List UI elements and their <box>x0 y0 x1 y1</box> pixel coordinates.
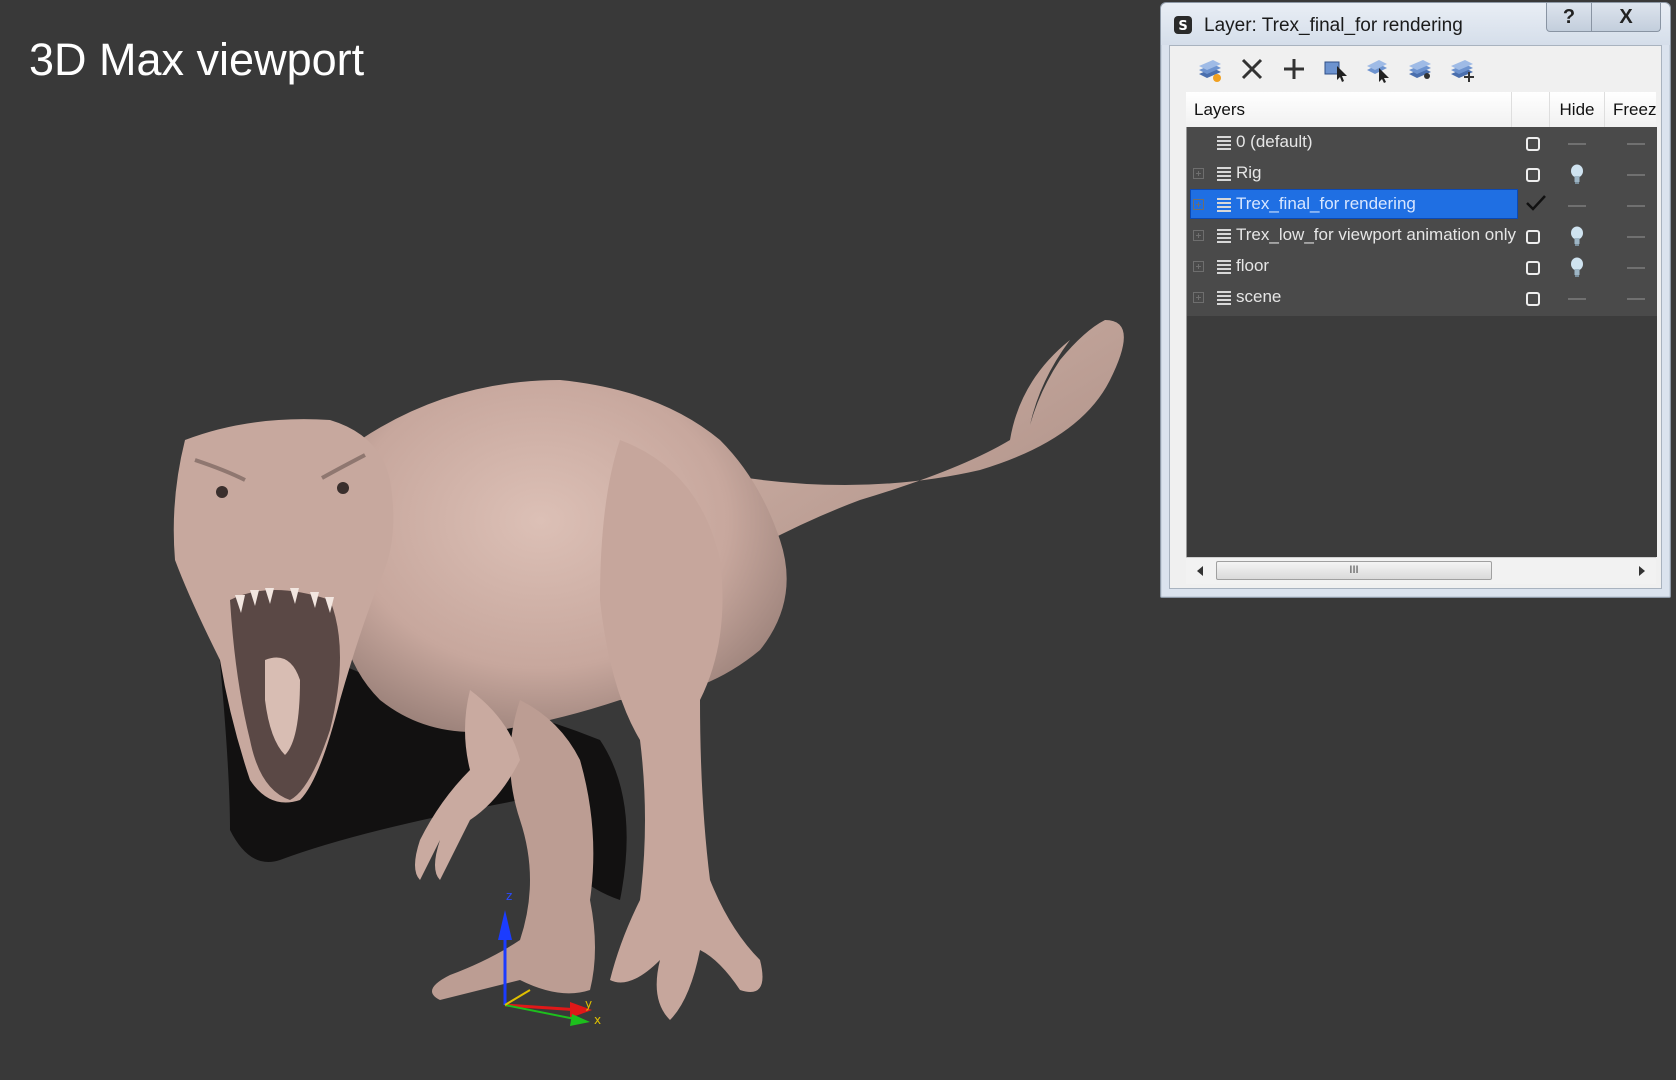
expand-icon[interactable] <box>1193 292 1204 303</box>
current-layer-checkbox[interactable] <box>1526 261 1540 275</box>
column-header-current[interactable] <box>1513 92 1550 127</box>
hidden-bulb-icon[interactable] <box>1570 226 1584 248</box>
layer-icon <box>1217 260 1231 274</box>
expand-icon[interactable] <box>1193 168 1204 179</box>
axis-y-label: y <box>585 997 592 1011</box>
expand-icon[interactable] <box>1193 230 1204 241</box>
expand-icon[interactable] <box>1193 261 1204 272</box>
layer-name: 0 (default) <box>1236 132 1313 151</box>
dialog-titlebar[interactable]: S Layer: Trex_final_for rendering ? X <box>1161 3 1670 45</box>
add-selected-to-layer-icon[interactable] <box>1279 54 1309 84</box>
hide-unhide-all-icon[interactable] <box>1405 54 1435 84</box>
svg-text:S: S <box>1178 19 1187 34</box>
freeze-toggle[interactable] <box>1627 174 1645 176</box>
layer-icon <box>1217 229 1231 243</box>
layer-row-trex-final[interactable]: Trex_final_for rendering <box>1187 189 1657 220</box>
highlight-selected-layer-icon[interactable] <box>1363 54 1393 84</box>
create-new-layer-icon[interactable] <box>1195 54 1225 84</box>
layer-row-trex-low[interactable]: Trex_low_for viewport animation only <box>1187 220 1657 251</box>
layer-row-default[interactable]: 0 (default) <box>1187 127 1657 158</box>
layer-name: Trex_final_for rendering <box>1236 194 1416 213</box>
layer-icon <box>1217 198 1231 212</box>
dialog-content: Layers Hide Freeze 0 (default) <box>1169 45 1662 589</box>
layer-grid-header: Layers Hide Freeze <box>1186 92 1656 128</box>
scrollbar-thumb[interactable]: III <box>1216 561 1492 580</box>
close-button[interactable]: X <box>1591 3 1661 32</box>
freeze-toggle[interactable] <box>1627 236 1645 238</box>
hide-toggle[interactable] <box>1568 298 1586 300</box>
current-layer-check-icon[interactable] <box>1525 193 1547 213</box>
select-objects-in-layer-icon[interactable] <box>1321 54 1351 84</box>
current-layer-checkbox[interactable] <box>1526 168 1540 182</box>
current-layer-checkbox[interactable] <box>1526 230 1540 244</box>
horizontal-scrollbar[interactable]: III <box>1186 557 1656 584</box>
delete-layer-icon[interactable] <box>1237 54 1267 84</box>
freeze-toggle[interactable] <box>1627 205 1645 207</box>
layer-row-scene[interactable]: scene <box>1187 282 1657 313</box>
freeze-unfreeze-all-icon[interactable] <box>1447 54 1477 84</box>
layer-manager-dialog: S Layer: Trex_final_for rendering ? X La… <box>1160 2 1671 598</box>
max-app-icon: S <box>1174 16 1192 34</box>
freeze-toggle[interactable] <box>1627 298 1645 300</box>
current-layer-checkbox[interactable] <box>1526 292 1540 306</box>
freeze-toggle[interactable] <box>1627 267 1645 269</box>
layer-row-rig[interactable]: Rig <box>1187 158 1657 189</box>
layer-icon <box>1217 167 1231 181</box>
hidden-bulb-icon[interactable] <box>1570 257 1584 279</box>
layer-name: Rig <box>1236 163 1262 182</box>
column-header-hide[interactable]: Hide <box>1550 92 1605 127</box>
expand-icon[interactable] <box>1193 199 1204 210</box>
help-button[interactable]: ? <box>1546 3 1592 32</box>
axis-x-label: x <box>594 1013 601 1027</box>
layer-name: Trex_low_for viewport animation only <box>1236 225 1516 244</box>
hidden-bulb-icon[interactable] <box>1570 164 1584 186</box>
layer-row-floor[interactable]: floor <box>1187 251 1657 282</box>
scroll-right-icon[interactable] <box>1639 566 1645 576</box>
layer-toolbar <box>1170 46 1661 91</box>
hide-toggle[interactable] <box>1568 143 1586 145</box>
axis-z-label: z <box>506 889 512 903</box>
layer-name: scene <box>1236 287 1282 306</box>
scroll-left-icon[interactable] <box>1197 566 1203 576</box>
freeze-toggle[interactable] <box>1627 143 1645 145</box>
column-header-layers[interactable]: Layers <box>1186 92 1512 127</box>
dialog-title: Layer: Trex_final_for rendering <box>1204 15 1463 36</box>
layer-list[interactable]: 0 (default) Rig Trex_final_for rendering… <box>1186 127 1657 557</box>
layer-name: floor <box>1236 256 1270 275</box>
hide-toggle[interactable] <box>1568 205 1586 207</box>
current-layer-checkbox[interactable] <box>1526 137 1540 151</box>
layer-list-rows: 0 (default) Rig Trex_final_for rendering… <box>1187 127 1657 316</box>
layer-icon <box>1217 291 1231 305</box>
layer-icon <box>1217 136 1231 150</box>
column-header-freeze[interactable]: Freeze <box>1605 92 1656 127</box>
